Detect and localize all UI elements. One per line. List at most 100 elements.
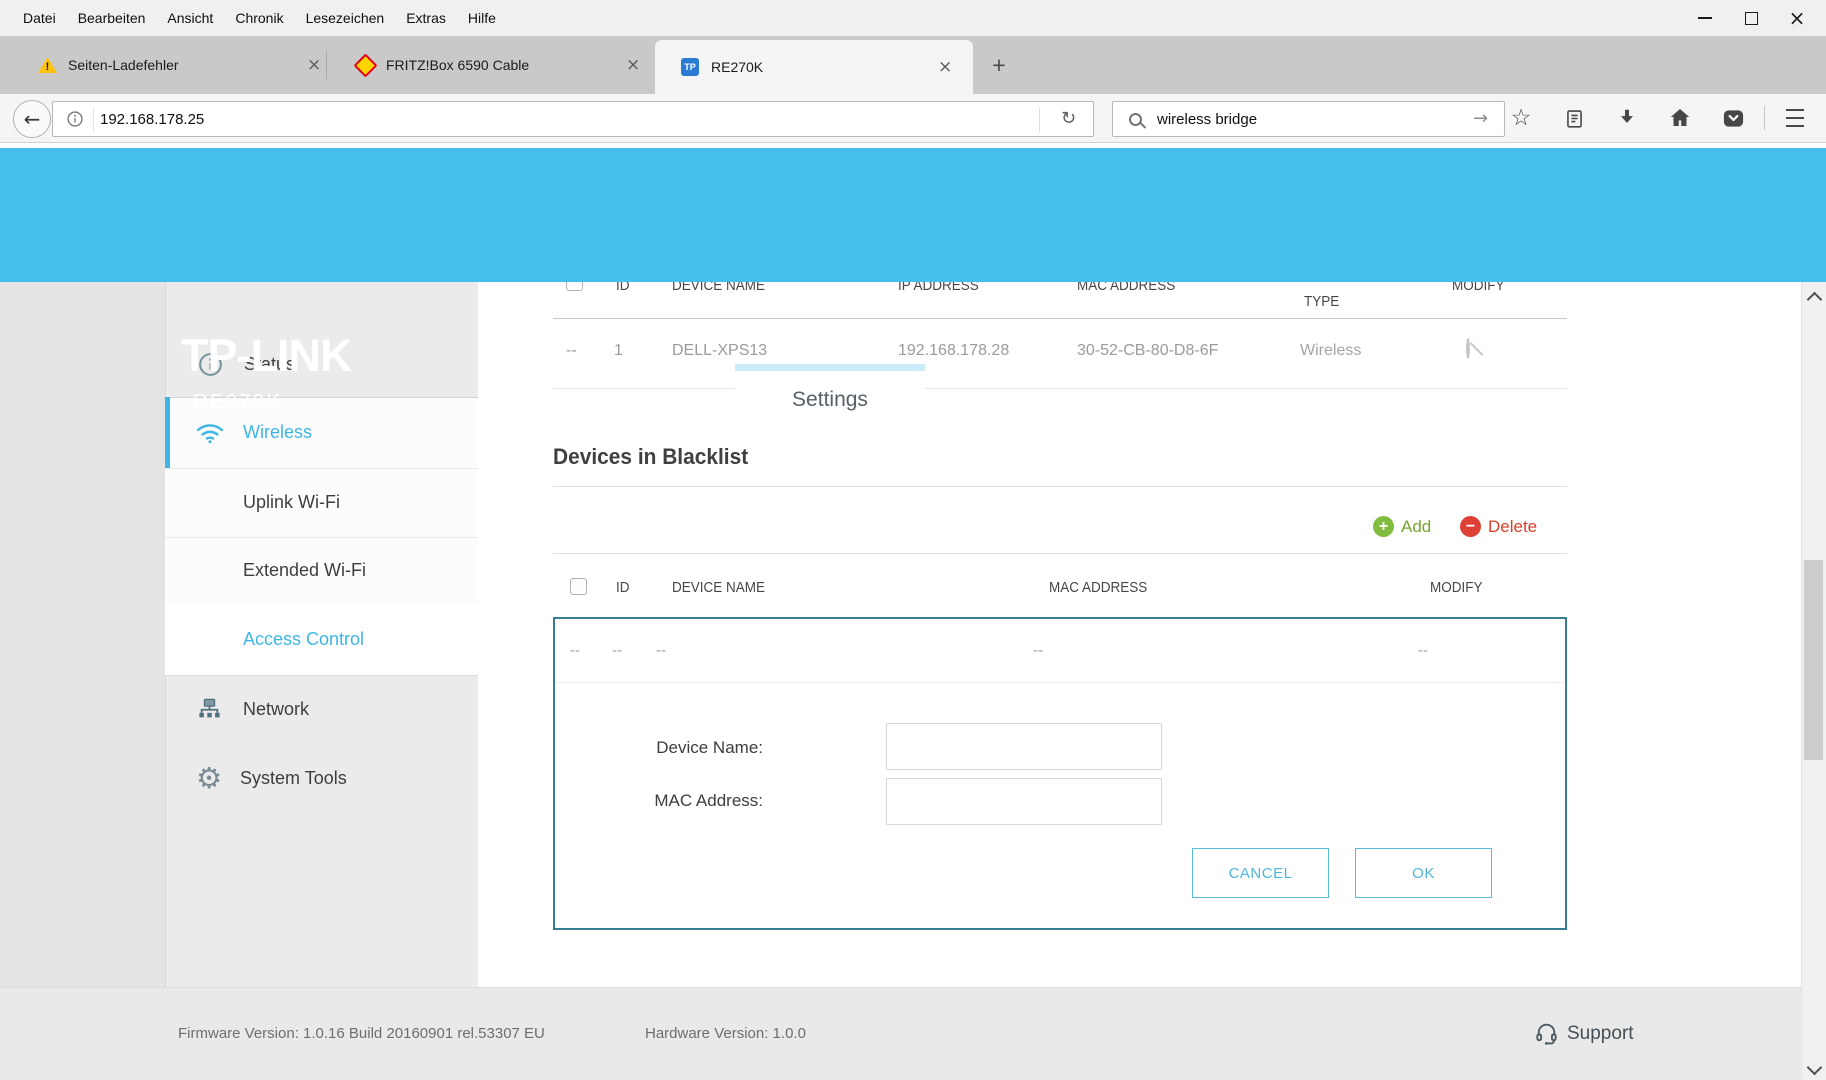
table-row-divider bbox=[553, 388, 1567, 389]
empty-cell: -- bbox=[1033, 642, 1043, 659]
url-input[interactable] bbox=[98, 110, 982, 129]
sidebar-label: Access Control bbox=[243, 629, 364, 650]
empty-cell: -- bbox=[1418, 642, 1428, 659]
firmware-version: Firmware Version: 1.0.16 Build 20160901 … bbox=[178, 1025, 545, 1042]
row-mac-address: 30-52-CB-80-D8-6F bbox=[1077, 342, 1218, 360]
tab-close-icon[interactable]: × bbox=[307, 57, 321, 74]
tplink-header: TP-LINK RE270K Quick Setup Settings REBO… bbox=[0, 148, 1826, 282]
window-controls: × bbox=[1682, 0, 1820, 36]
blacklist-header-id: ID bbox=[616, 579, 630, 596]
sidebar-item-access-control[interactable]: Access Control bbox=[165, 603, 478, 675]
tab-settings[interactable]: Settings bbox=[735, 364, 925, 430]
sidebar-label: Uplink Wi-Fi bbox=[243, 492, 340, 513]
urlbar-divider bbox=[93, 108, 94, 132]
menu-extras[interactable]: Extras bbox=[395, 0, 457, 36]
search-submit-icon[interactable]: → bbox=[1473, 110, 1488, 128]
menu-bearbeiten[interactable]: Bearbeiten bbox=[67, 0, 157, 36]
search-input[interactable] bbox=[1155, 110, 1449, 129]
sidebar-item-network[interactable]: Network bbox=[165, 675, 478, 744]
restore-icon bbox=[1745, 12, 1758, 25]
menu-datei[interactable]: Datei bbox=[12, 0, 67, 36]
window-close-button[interactable]: × bbox=[1774, 0, 1820, 36]
tab-fritzbox[interactable]: FRITZ!Box 6590 Cable × bbox=[330, 36, 651, 94]
hamburger-icon bbox=[1786, 109, 1804, 127]
menu-lesezeichen[interactable]: Lesezeichen bbox=[295, 0, 396, 36]
add-button[interactable]: + Add bbox=[1373, 516, 1431, 537]
sidebar-item-system-tools[interactable]: ⚙ System Tools bbox=[165, 744, 478, 812]
device-name-label: Device Name: bbox=[553, 738, 763, 758]
block-device-icon[interactable] bbox=[1466, 338, 1470, 359]
sidebar-item-extended-wifi[interactable]: Extended Wi-Fi bbox=[165, 537, 478, 603]
tab-title: RE270K bbox=[711, 59, 763, 75]
search-icon bbox=[1129, 113, 1142, 126]
delete-button[interactable]: − Delete bbox=[1460, 516, 1537, 537]
tplink-logo: TP-LINK bbox=[181, 330, 351, 382]
url-bar[interactable]: ↻ bbox=[52, 101, 1094, 137]
column-header-type: TYPE bbox=[1304, 293, 1339, 310]
sidebar-item-uplink-wifi[interactable]: Uplink Wi-Fi bbox=[165, 468, 478, 537]
close-icon: × bbox=[1789, 8, 1806, 28]
support-link[interactable]: Support bbox=[1534, 1021, 1634, 1046]
toolbar-divider bbox=[1764, 106, 1765, 130]
empty-cell: -- bbox=[656, 642, 666, 659]
back-button[interactable]: ← bbox=[13, 100, 51, 138]
pocket-button[interactable] bbox=[1716, 101, 1750, 135]
blacklist-title: Devices in Blacklist bbox=[553, 444, 758, 470]
fritz-diamond bbox=[353, 53, 377, 77]
window-restore-button[interactable] bbox=[1728, 0, 1774, 36]
screen: Datei Bearbeiten Ansicht Chronik Lesezei… bbox=[0, 0, 1826, 1080]
downloads-button[interactable] bbox=[1610, 101, 1644, 135]
tab-quick-setup[interactable]: Quick Setup bbox=[576, 387, 690, 411]
page-footer: Firmware Version: 1.0.16 Build 20160901 … bbox=[0, 987, 1826, 1080]
clipboard-icon bbox=[1564, 108, 1585, 129]
scroll-down-arrow[interactable] bbox=[1802, 1054, 1826, 1080]
tab-page-load-error[interactable]: ! Seiten-Ladefehler × bbox=[22, 36, 325, 94]
logout-button[interactable]: LOGOUT bbox=[1551, 354, 1643, 408]
row-select-value: -- bbox=[566, 342, 577, 360]
panel-row-divider bbox=[556, 682, 1564, 683]
row-id: 1 bbox=[614, 342, 623, 360]
cancel-button[interactable]: CANCEL bbox=[1192, 848, 1329, 898]
ok-button[interactable]: OK bbox=[1355, 848, 1492, 898]
tab-re270k-active[interactable]: TP RE270K × bbox=[655, 40, 973, 94]
home-button[interactable] bbox=[1663, 101, 1697, 135]
tab-close-icon[interactable]: × bbox=[938, 59, 952, 76]
menu-chronik[interactable]: Chronik bbox=[224, 0, 294, 36]
menu-ansicht[interactable]: Ansicht bbox=[156, 0, 224, 36]
logout-label: LOGOUT bbox=[1551, 393, 1643, 408]
row-device-name: DELL-XPS13 bbox=[672, 342, 767, 360]
pocket-icon bbox=[1722, 107, 1745, 130]
mac-address-field[interactable] bbox=[886, 778, 1162, 825]
sidebar-label: Extended Wi-Fi bbox=[243, 560, 366, 581]
site-info-icon[interactable] bbox=[66, 110, 84, 128]
section-divider bbox=[553, 486, 1567, 487]
blacklist-select-all-checkbox[interactable] bbox=[570, 578, 587, 595]
scroll-up-arrow[interactable] bbox=[1802, 282, 1826, 310]
home-icon bbox=[1668, 106, 1692, 130]
warning-exclamation: ! bbox=[46, 61, 50, 73]
reload-divider bbox=[1039, 108, 1040, 132]
tab-close-icon[interactable]: × bbox=[626, 57, 640, 74]
hamburger-menu-button[interactable] bbox=[1778, 101, 1812, 135]
window-minimize-button[interactable] bbox=[1682, 0, 1728, 36]
chevron-up-icon bbox=[1806, 291, 1822, 307]
table-header-divider bbox=[553, 318, 1567, 319]
bookmark-star-button[interactable]: ☆ bbox=[1504, 101, 1538, 135]
sidebar-label: Network bbox=[243, 699, 309, 720]
scrollbar-thumb[interactable] bbox=[1804, 560, 1823, 760]
row-type: Wireless bbox=[1300, 342, 1361, 360]
menu-hilfe[interactable]: Hilfe bbox=[457, 0, 507, 36]
headset-icon bbox=[1534, 1021, 1559, 1046]
tab-title: FRITZ!Box 6590 Cable bbox=[386, 57, 529, 73]
delete-minus-icon: − bbox=[1460, 516, 1481, 537]
minimize-icon bbox=[1698, 17, 1712, 19]
reload-icon[interactable]: ↻ bbox=[1061, 110, 1076, 128]
tab-bar: ! Seiten-Ladefehler × FRITZ!Box 6590 Cab… bbox=[0, 36, 1826, 94]
empty-cell: -- bbox=[570, 642, 580, 659]
search-bar[interactable]: → bbox=[1112, 101, 1505, 137]
wifi-icon bbox=[195, 421, 225, 445]
bookmarks-list-button[interactable] bbox=[1557, 101, 1591, 135]
device-name-field[interactable] bbox=[886, 723, 1162, 770]
new-tab-button[interactable]: + bbox=[982, 50, 1016, 80]
hardware-version: Hardware Version: 1.0.0 bbox=[645, 1025, 806, 1042]
